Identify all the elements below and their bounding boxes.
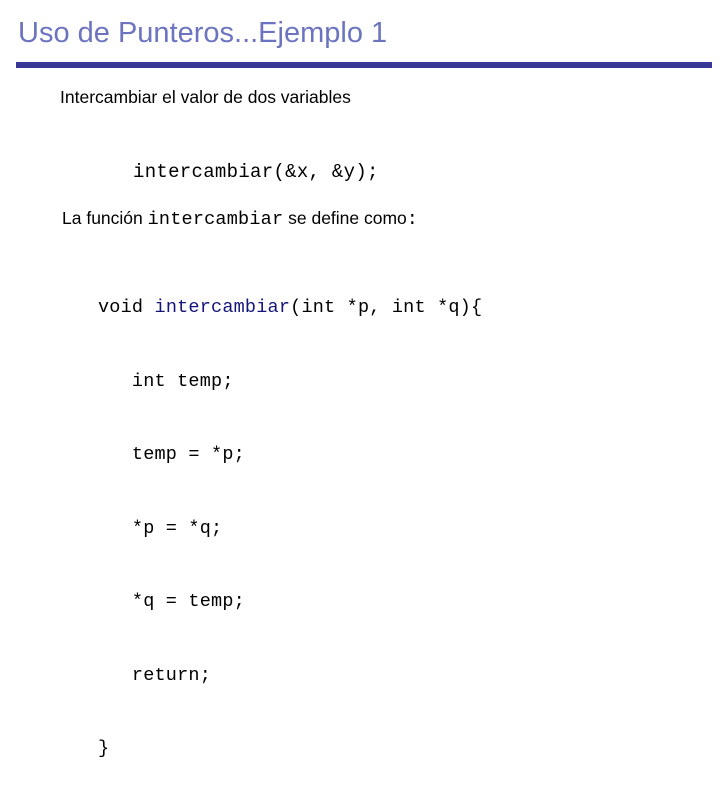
presentation-slide: Uso de Punteros...Ejemplo 1 Intercambiar… <box>0 0 720 759</box>
title-underline-rule <box>16 62 712 68</box>
code-function-name: intercambiar <box>154 297 291 318</box>
page-title: Uso de Punteros...Ejemplo 1 <box>18 17 388 49</box>
function-call-example: intercambiar(&x, &y); <box>133 161 379 183</box>
definition-suffix: se define como <box>283 208 407 228</box>
code-line-signature: void intercambiar(int *p, int *q){ <box>98 296 482 321</box>
definition-function-name: intercambiar <box>147 209 284 230</box>
bullet-text: Intercambiar el valor de dos variables <box>60 87 351 107</box>
code-line: *p = *q; <box>98 517 223 539</box>
code-keyword-void: void <box>98 297 155 318</box>
code-line: *q = temp; <box>98 591 245 612</box>
code-line: int temp; <box>98 370 234 392</box>
slide-title-block: Uso de Punteros...Ejemplo 1 <box>16 16 712 68</box>
definition-sentence: La función intercambiar se define como: <box>62 206 418 232</box>
definition-colon: : <box>406 209 419 230</box>
code-line: return; <box>98 664 212 686</box>
code-signature-params: (int *p, int *q){ <box>290 297 483 318</box>
code-line: temp = *p; <box>98 444 245 465</box>
definition-prefix: La función <box>62 208 148 228</box>
code-line: } <box>98 738 110 759</box>
code-block: void intercambiar(int *p, int *q){ int t… <box>98 247 482 811</box>
